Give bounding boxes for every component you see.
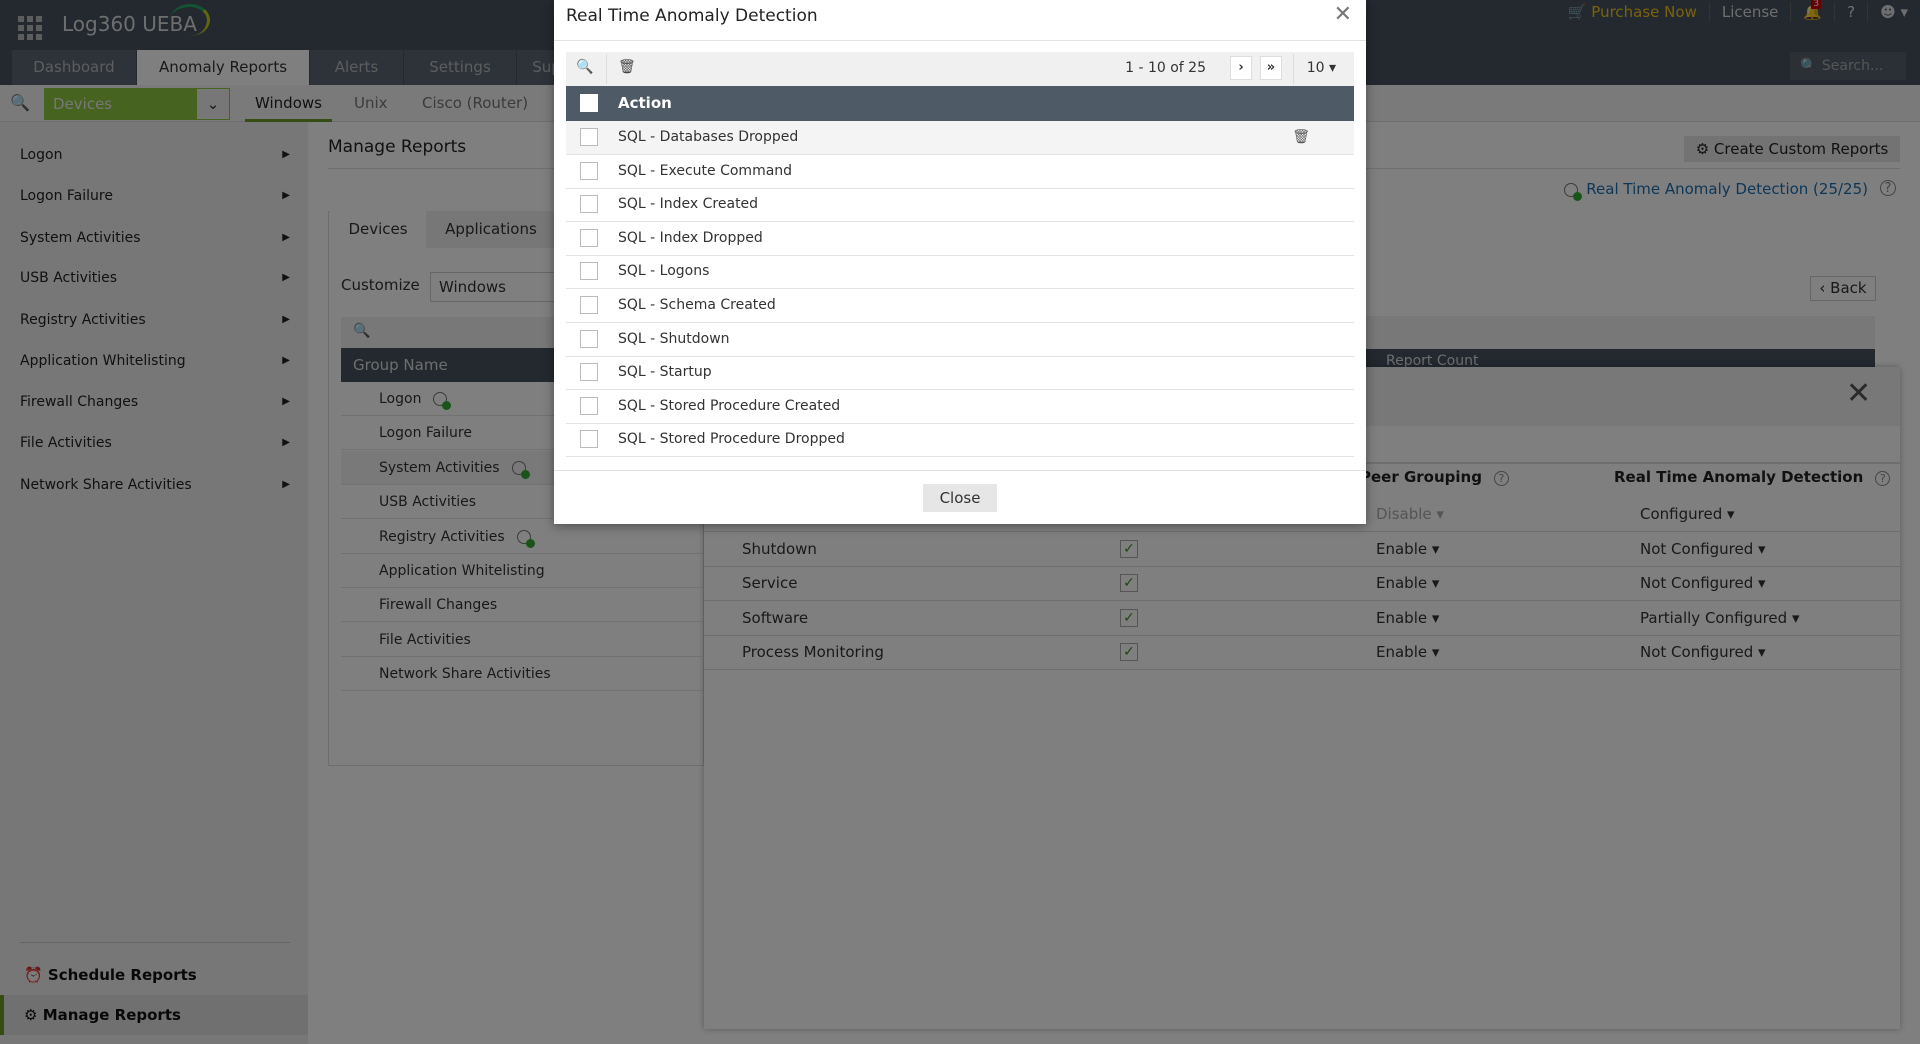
action-label: SQL - Schema Created (618, 297, 776, 313)
table-row[interactable]: SQL - Index Dropped (566, 222, 1354, 256)
next-page-button[interactable]: › (1230, 56, 1252, 80)
table-row[interactable]: SQL - Stored Procedure Dropped (566, 423, 1354, 457)
rtad-modal: Real Time Anomaly Detection ✕ 🔍 🗑 1 - 10… (554, 0, 1366, 524)
select-all-checkbox[interactable] (580, 94, 598, 112)
action-label: SQL - Shutdown (618, 331, 730, 347)
close-button[interactable]: Close (923, 484, 997, 512)
pagination-info: 1 - 10 of 25 (1125, 60, 1206, 76)
action-column-header: Action (618, 94, 672, 112)
table-row[interactable]: SQL - Databases Dropped 🗑 (566, 121, 1354, 155)
row-checkbox[interactable] (580, 363, 598, 381)
row-checkbox[interactable] (580, 195, 598, 213)
row-checkbox[interactable] (580, 296, 598, 314)
row-checkbox[interactable] (580, 430, 598, 448)
action-label: SQL - Index Dropped (618, 230, 763, 246)
table-row[interactable]: SQL - Stored Procedure Created (566, 390, 1354, 424)
table-row[interactable]: SQL - Logons (566, 255, 1354, 289)
modal-toolbar: 🔍 🗑 1 - 10 of 25 › » 10 ▾ (566, 52, 1354, 86)
row-checkbox[interactable] (580, 397, 598, 415)
table-row[interactable]: SQL - Schema Created (566, 289, 1354, 323)
page-size-value: 10 (1306, 60, 1325, 76)
row-checkbox[interactable] (580, 162, 598, 180)
trash-icon[interactable]: 🗑 (1292, 121, 1310, 154)
table-row[interactable]: SQL - Shutdown (566, 323, 1354, 357)
divider (554, 40, 1366, 41)
table-header: Action (566, 86, 1354, 121)
page-size-select[interactable]: 10 ▾ (1307, 60, 1336, 76)
action-label: SQL - Databases Dropped (618, 129, 799, 145)
table-row[interactable]: SQL - Execute Command (566, 155, 1354, 189)
divider (1293, 54, 1294, 84)
last-page-button[interactable]: » (1260, 56, 1282, 80)
row-checkbox[interactable] (580, 229, 598, 247)
action-label: SQL - Execute Command (618, 163, 793, 179)
divider (606, 54, 607, 84)
modal-title: Real Time Anomaly Detection (566, 6, 818, 26)
search-icon[interactable]: 🔍 (576, 59, 593, 75)
close-icon[interactable]: ✕ (1334, 2, 1352, 27)
action-label: SQL - Logons (618, 263, 710, 279)
action-label: SQL - Startup (618, 364, 712, 380)
row-checkbox[interactable] (580, 262, 598, 280)
row-checkbox[interactable] (580, 128, 598, 146)
table-row[interactable]: SQL - Index Created (566, 188, 1354, 222)
table-row[interactable]: SQL - Startup (566, 356, 1354, 390)
divider (554, 470, 1366, 471)
action-label: SQL - Stored Procedure Dropped (618, 431, 845, 447)
row-checkbox[interactable] (580, 330, 598, 348)
action-label: SQL - Stored Procedure Created (618, 398, 841, 414)
trash-icon[interactable]: 🗑 (618, 59, 636, 75)
action-label: SQL - Index Created (618, 196, 759, 212)
